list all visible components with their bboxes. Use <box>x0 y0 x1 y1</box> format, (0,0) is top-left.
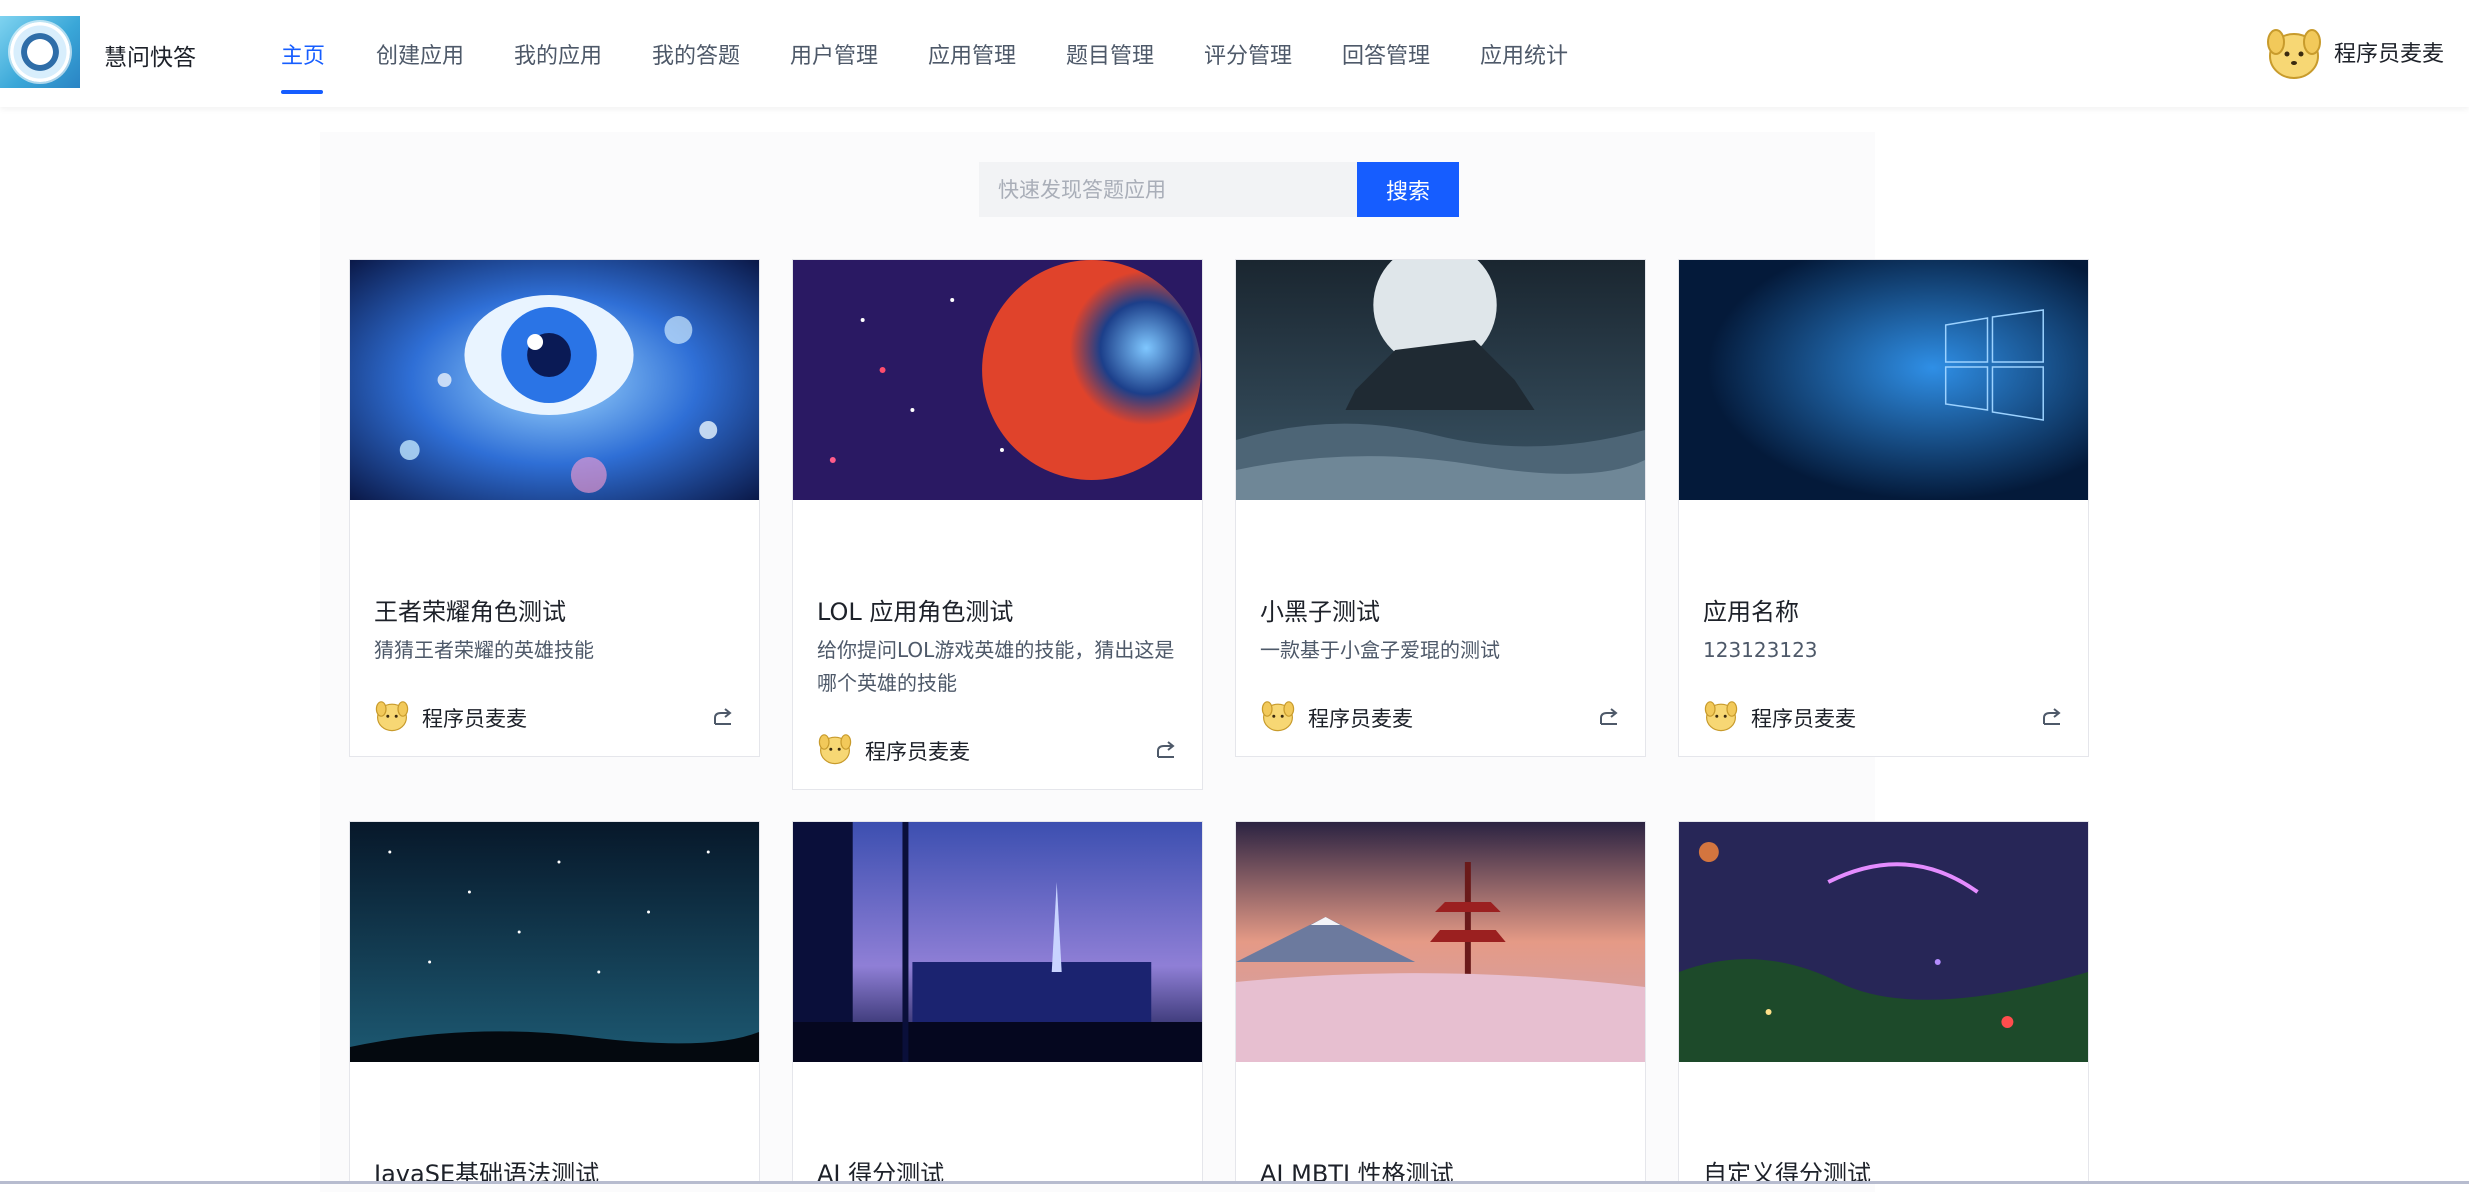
app-title: 王者荣耀角色测试 <box>374 598 566 626</box>
app-author: 程序员麦麦 <box>422 707 527 731</box>
author-avatar-icon <box>375 701 409 732</box>
nav-item-create-app[interactable]: 创建应用 <box>376 38 464 70</box>
author-avatar-icon <box>1704 701 1738 732</box>
app-card[interactable]: JavaSE基础语法测试 <box>349 821 760 1184</box>
share-icon[interactable] <box>1155 738 1177 760</box>
fantasy-forest-image <box>1679 822 2088 1062</box>
share-icon[interactable] <box>1598 705 1620 727</box>
nav-item-user-admin[interactable]: 用户管理 <box>790 38 878 70</box>
app-author: 程序员麦麦 <box>1308 707 1413 731</box>
app-card[interactable]: 自定义得分测试 <box>1678 821 2089 1184</box>
anime-eye-image <box>350 260 759 500</box>
app-title[interactable]: 慧问快答 <box>104 38 196 72</box>
app-author-row: 程序员麦麦 <box>1703 697 2063 737</box>
app-title: JavaSE基础语法测试 <box>374 1160 600 1184</box>
share-icon[interactable] <box>2041 705 2063 727</box>
app-title: LOL 应用角色测试 <box>817 598 1014 626</box>
author-avatar-icon <box>1261 701 1295 732</box>
search-input[interactable] <box>979 162 1357 217</box>
top-navbar: 慧问快答 主页 创建应用 我的应用 我的答题 用户管理 应用管理 题目管理 评分… <box>0 0 2469 107</box>
share-icon[interactable] <box>712 705 734 727</box>
author-avatar-icon <box>818 734 852 765</box>
app-author-row: 程序员麦麦 <box>817 730 1177 770</box>
nav-active-indicator <box>281 90 323 94</box>
logo-emblem-icon <box>10 22 70 82</box>
fuji-pagoda-image <box>1236 822 1645 1062</box>
app-card[interactable]: AI MBTI 性格测试 <box>1235 821 1646 1184</box>
app-card[interactable]: 小黑子测试 一款基于小盒子爱琨的测试 程序员麦麦 <box>1235 259 1646 757</box>
app-card[interactable]: AI 得分测试 <box>792 821 1203 1184</box>
app-author: 程序员麦麦 <box>1751 707 1856 731</box>
nav-item-answer-admin[interactable]: 回答管理 <box>1342 38 1430 70</box>
starry-night-image <box>350 822 759 1062</box>
windows-logo-image <box>1679 260 2088 500</box>
app-logo[interactable] <box>0 16 80 88</box>
app-author-row: 程序员麦麦 <box>1260 697 1620 737</box>
planet-space-image <box>793 260 1202 500</box>
app-description: 123123123 <box>1703 638 1818 662</box>
app-title: 自定义得分测试 <box>1703 1160 1871 1184</box>
city-window-cat-image <box>793 822 1202 1062</box>
app-author-row: 程序员麦麦 <box>374 697 734 737</box>
app-description: 一款基于小盒子爱琨的测试 <box>1260 638 1500 662</box>
app-author: 程序员麦麦 <box>865 740 970 764</box>
nav-item-app-admin[interactable]: 应用管理 <box>928 38 1016 70</box>
nav-item-question-admin[interactable]: 题目管理 <box>1066 38 1154 70</box>
app-description: 猜猜王者荣耀的英雄技能 <box>374 638 594 662</box>
nav-item-app-statistics[interactable]: 应用统计 <box>1480 38 1568 70</box>
app-card[interactable]: LOL 应用角色测试 给你提问LOL游戏英雄的技能，猜出这是哪个英雄的技能 程序… <box>792 259 1203 790</box>
search-button[interactable]: 搜索 <box>1357 162 1459 217</box>
moon-island-image <box>1236 260 1645 500</box>
nav-item-scoring-admin[interactable]: 评分管理 <box>1204 38 1292 70</box>
app-title: 小黑子测试 <box>1260 598 1380 626</box>
app-title: 应用名称 <box>1703 598 1799 626</box>
app-title: AI 得分测试 <box>817 1160 945 1184</box>
app-card[interactable]: 王者荣耀角色测试 猜猜王者荣耀的英雄技能 程序员麦麦 <box>349 259 760 757</box>
nav-item-my-answers[interactable]: 我的答题 <box>652 38 740 70</box>
user-name[interactable]: 程序员麦麦 <box>2334 36 2444 68</box>
user-avatar-icon[interactable] <box>2264 22 2324 82</box>
nav-item-my-apps[interactable]: 我的应用 <box>514 38 602 70</box>
app-title: AI MBTI 性格测试 <box>1260 1160 1454 1184</box>
nav-item-home[interactable]: 主页 <box>281 38 325 70</box>
app-card[interactable]: 应用名称 123123123 程序员麦麦 <box>1678 259 2089 757</box>
app-description: 给你提问LOL游戏英雄的技能，猜出这是哪个英雄的技能 <box>817 638 1175 695</box>
